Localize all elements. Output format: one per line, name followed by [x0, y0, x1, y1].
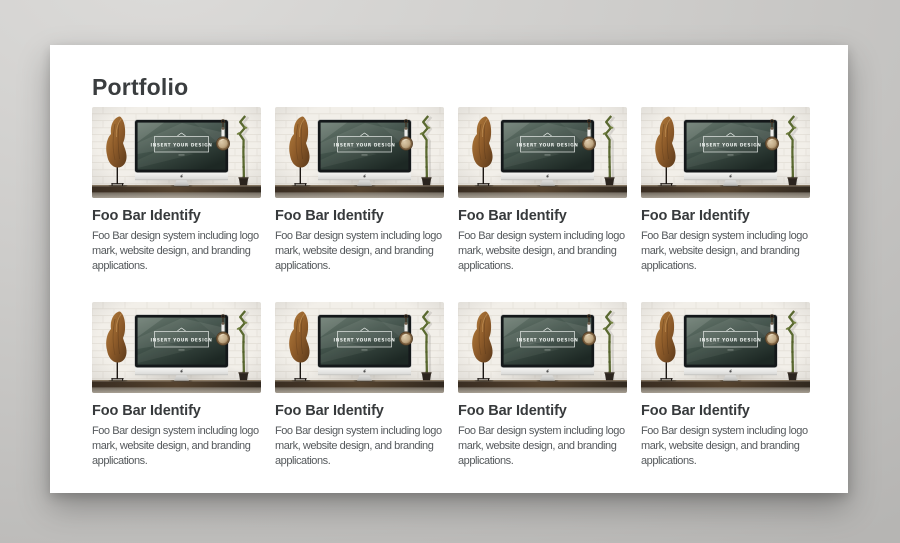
- page-title: Portfolio: [92, 75, 810, 99]
- project-title: Foo Bar Identify: [641, 402, 810, 421]
- project-title: Foo Bar Identify: [641, 207, 810, 226]
- project-description: Foo Bar design system including logo mar…: [458, 424, 627, 468]
- project-thumbnail[interactable]: [641, 107, 810, 198]
- project-description: Foo Bar design system including logo mar…: [92, 424, 261, 468]
- project-thumbnail[interactable]: [641, 302, 810, 393]
- project-title: Foo Bar Identify: [275, 402, 444, 421]
- imac-mockup-image: [641, 107, 810, 198]
- portfolio-card[interactable]: Foo Bar Identify Foo Bar design system i…: [275, 302, 444, 468]
- project-description: Foo Bar design system including logo mar…: [92, 229, 261, 273]
- portfolio-card[interactable]: Foo Bar Identify Foo Bar design system i…: [641, 107, 810, 273]
- project-thumbnail[interactable]: [275, 107, 444, 198]
- project-thumbnail[interactable]: [275, 302, 444, 393]
- imac-mockup-image: [92, 302, 261, 393]
- imac-mockup-image: [275, 107, 444, 198]
- imac-mockup-image: [458, 107, 627, 198]
- portfolio-card[interactable]: Foo Bar Identify Foo Bar design system i…: [92, 107, 261, 273]
- project-thumbnail[interactable]: [92, 107, 261, 198]
- project-title: Foo Bar Identify: [275, 207, 444, 226]
- portfolio-page: Portfolio Foo Bar Identify Foo Bar desig…: [50, 45, 848, 493]
- portfolio-card[interactable]: Foo Bar Identify Foo Bar design system i…: [458, 107, 627, 273]
- project-description: Foo Bar design system including logo mar…: [275, 424, 444, 468]
- project-description: Foo Bar design system including logo mar…: [458, 229, 627, 273]
- project-title: Foo Bar Identify: [92, 207, 261, 226]
- project-title: Foo Bar Identify: [458, 207, 627, 226]
- project-description: Foo Bar design system including logo mar…: [275, 229, 444, 273]
- project-title: Foo Bar Identify: [92, 402, 261, 421]
- imac-mockup-image: [275, 302, 444, 393]
- imac-mockup-image: [92, 107, 261, 198]
- imac-mockup-image: [641, 302, 810, 393]
- project-thumbnail[interactable]: [458, 107, 627, 198]
- portfolio-grid: Foo Bar Identify Foo Bar design system i…: [92, 107, 810, 469]
- project-title: Foo Bar Identify: [458, 402, 627, 421]
- portfolio-card[interactable]: Foo Bar Identify Foo Bar design system i…: [458, 302, 627, 468]
- project-thumbnail[interactable]: [458, 302, 627, 393]
- project-description: Foo Bar design system including logo mar…: [641, 424, 810, 468]
- imac-mockup-image: [458, 302, 627, 393]
- portfolio-card[interactable]: Foo Bar Identify Foo Bar design system i…: [92, 302, 261, 468]
- portfolio-card[interactable]: Foo Bar Identify Foo Bar design system i…: [641, 302, 810, 468]
- portfolio-card[interactable]: Foo Bar Identify Foo Bar design system i…: [275, 107, 444, 273]
- project-description: Foo Bar design system including logo mar…: [641, 229, 810, 273]
- project-thumbnail[interactable]: [92, 302, 261, 393]
